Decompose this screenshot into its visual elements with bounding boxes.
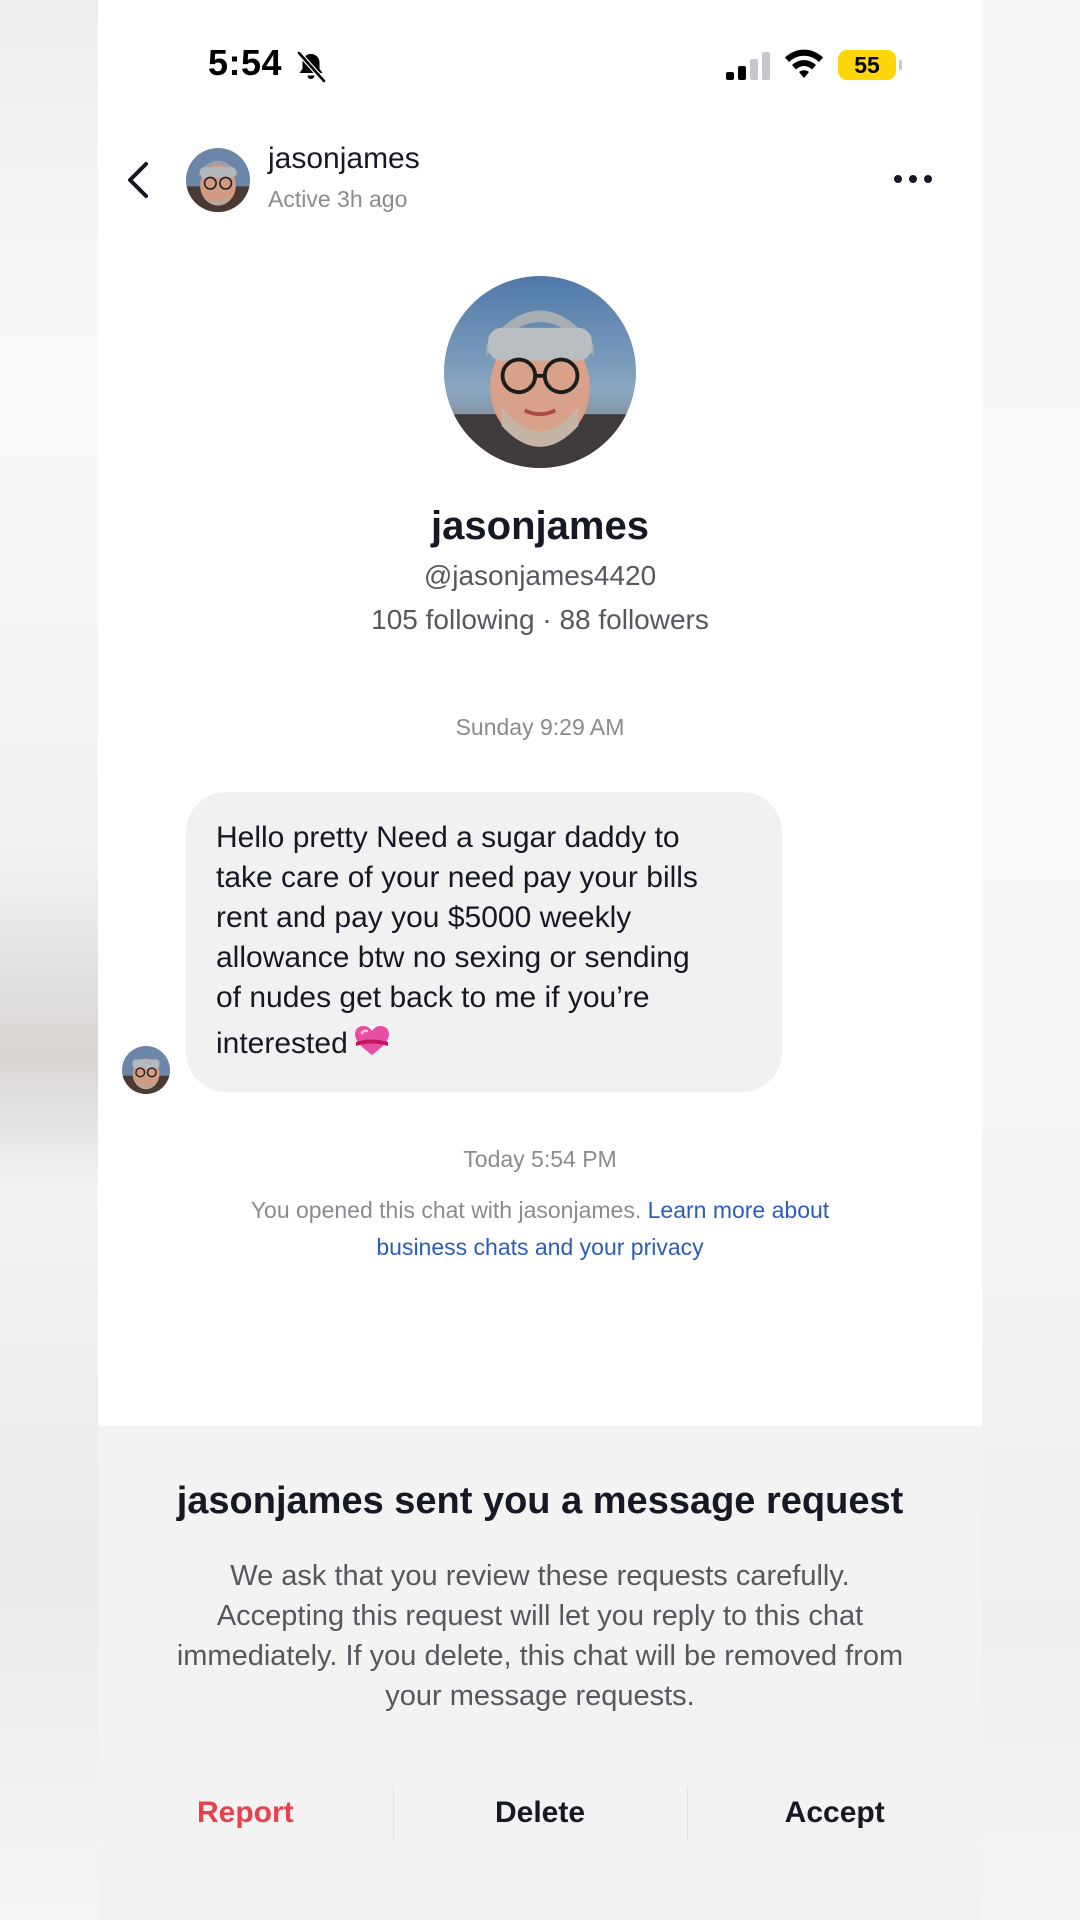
message-avatar[interactable] xyxy=(122,1046,170,1094)
message-line: take care of your need pay your bills xyxy=(216,861,698,894)
message-line: of nudes get back to me if you’re xyxy=(216,981,650,1014)
accept-button[interactable]: Accept xyxy=(687,1778,982,1848)
chevron-left-icon[interactable] xyxy=(124,160,152,200)
request-line: your message requests. xyxy=(385,1680,695,1712)
dot xyxy=(924,175,932,183)
message-request-sheet: jasonjames sent you a message request We… xyxy=(98,1426,982,1920)
message-text: Hello pretty Need a sugar daddy to take … xyxy=(216,818,752,1064)
message-bubble[interactable]: Hello pretty Need a sugar daddy to take … xyxy=(186,792,782,1092)
bell-slash-icon xyxy=(297,51,326,83)
profile-stats: 105 following · 88 followers xyxy=(371,604,709,635)
chat-notice: You opened this chat with jasonjames. Le… xyxy=(208,1192,872,1266)
ellipsis-icon[interactable] xyxy=(894,166,936,192)
message-timestamp: Sunday 9:29 AM xyxy=(455,714,625,740)
battery-level: 55 xyxy=(854,52,880,78)
notice-timestamp: Today 5:54 PM xyxy=(463,1146,617,1172)
request-title: jasonjames sent you a message request xyxy=(176,1480,904,1522)
notice-text: You opened this chat with jasonjames. xyxy=(250,1197,648,1223)
dot xyxy=(894,175,902,183)
message-line: interested xyxy=(216,1027,348,1060)
header-avatar[interactable] xyxy=(186,148,250,212)
dot xyxy=(909,175,917,183)
backdrop-left xyxy=(0,0,98,1920)
request-description: We ask that you review these requests ca… xyxy=(138,1556,942,1716)
cellular-signal-icon xyxy=(726,52,770,80)
request-actions: Report Delete Accept xyxy=(98,1778,982,1848)
delete-button[interactable]: Delete xyxy=(392,1778,688,1848)
message-line: rent and pay you $5000 weekly xyxy=(216,901,632,934)
message-line: allowance btw no sexing or sending xyxy=(216,941,690,974)
header-username[interactable]: jasonjames xyxy=(268,142,420,176)
report-button[interactable]: Report xyxy=(98,1778,393,1848)
heart-with-ribbon-icon xyxy=(354,1026,389,1055)
request-line: immediately. If you delete, this chat wi… xyxy=(176,1640,904,1672)
battery-indicator: 55 xyxy=(838,50,902,80)
active-status: Active 3h ago xyxy=(268,186,408,212)
request-line: We ask that you review these requests ca… xyxy=(230,1560,850,1592)
profile-handle: @jasonjames4420 xyxy=(423,560,657,591)
backdrop-right xyxy=(982,0,1080,1920)
profile-name: jasonjames xyxy=(431,504,649,548)
profile-avatar[interactable] xyxy=(444,276,636,468)
wifi-icon xyxy=(785,49,823,78)
privacy-link[interactable]: Learn more about xyxy=(648,1197,830,1223)
request-line: Accepting this request will let you repl… xyxy=(216,1600,864,1632)
status-time: 5:54 xyxy=(208,42,283,83)
privacy-link-continued[interactable]: business chats and your privacy xyxy=(376,1234,703,1260)
message-line: Hello pretty Need a sugar daddy to xyxy=(216,821,680,854)
